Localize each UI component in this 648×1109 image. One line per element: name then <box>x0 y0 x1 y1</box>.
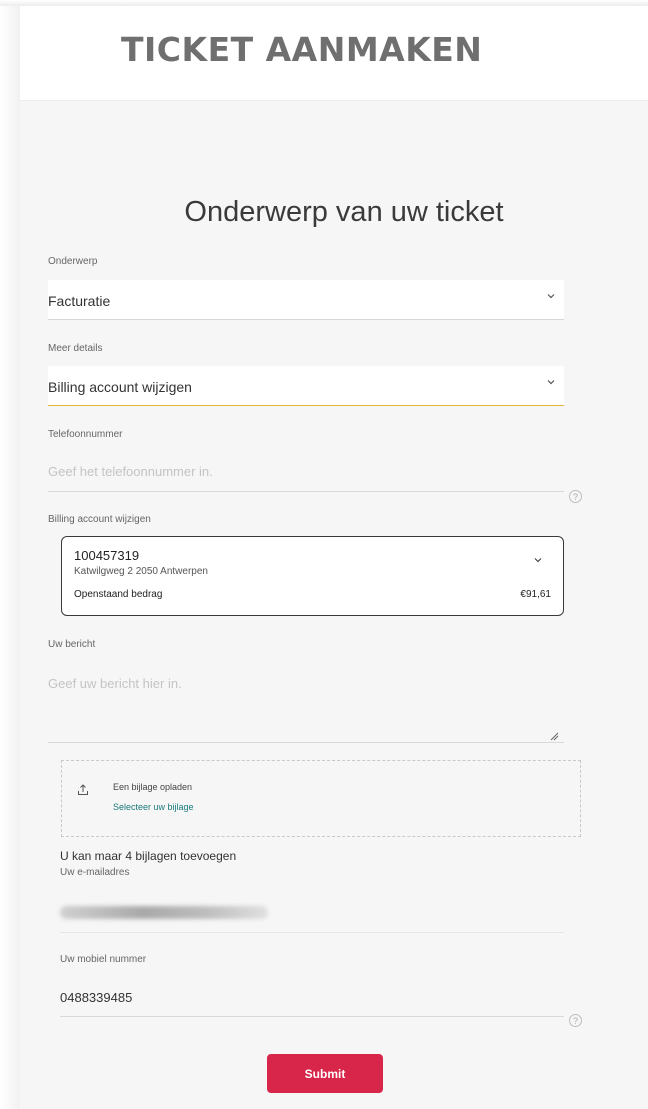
onderwerp-value: Facturatie <box>48 293 111 309</box>
attachment-upload-area[interactable]: Een bijlage opladen Selecteer uw bijlage <box>61 760 581 837</box>
billing-account-label: Billing account wijzigen <box>48 514 151 525</box>
billing-account-select[interactable]: 100457319 Katwilgweg 2 2050 Antwerpen Op… <box>61 536 564 616</box>
help-icon[interactable]: ? <box>569 490 582 503</box>
section-title: Onderwerp van uw ticket <box>184 196 504 228</box>
outstanding-amount-label: Openstaand bedrag <box>74 589 163 600</box>
ticket-form-page: TICKET AANMAKEN Onderwerp van uw ticket … <box>20 6 648 1109</box>
email-label: Uw e-mailadres <box>60 867 130 878</box>
select-attachment-link[interactable]: Selecteer uw bijlage <box>113 802 194 812</box>
help-icon[interactable]: ? <box>569 1014 582 1027</box>
onderwerp-label: Onderwerp <box>48 256 98 267</box>
chevron-down-icon <box>546 290 556 304</box>
onderwerp-select[interactable]: Facturatie <box>48 280 564 320</box>
meer-details-select[interactable]: Billing account wijzigen <box>48 366 564 406</box>
telefoon-label: Telefoonnummer <box>48 429 123 440</box>
bericht-underline <box>48 742 564 743</box>
mobile-label: Uw mobiel nummer <box>60 954 147 965</box>
email-underline <box>60 932 564 933</box>
mobile-underline <box>60 1016 564 1017</box>
telefoon-input[interactable]: Geef het telefoonnummer in. <box>48 464 213 479</box>
attachment-limit-text: U kan maar 4 bijlagen toevoegen <box>60 849 237 863</box>
meer-details-value: Billing account wijzigen <box>48 379 192 395</box>
resize-handle-icon[interactable] <box>549 728 559 741</box>
submit-button[interactable]: Submit <box>267 1054 383 1093</box>
meer-details-label: Meer details <box>48 343 103 354</box>
chevron-down-icon <box>546 376 556 390</box>
upload-title: Een bijlage opladen <box>113 782 193 792</box>
account-number: 100457319 <box>74 548 140 563</box>
upload-icon <box>76 783 90 797</box>
email-field[interactable] <box>60 906 268 919</box>
bericht-textarea[interactable]: Geef uw bericht hier in. <box>48 676 182 691</box>
bericht-label: Uw bericht <box>48 639 96 650</box>
page-title: TICKET AANMAKEN <box>121 30 483 69</box>
page-shadow-left <box>0 0 20 1109</box>
chevron-down-icon <box>533 555 543 568</box>
account-address: Katwilgweg 2 2050 Antwerpen <box>74 566 208 577</box>
telefoon-underline <box>48 491 564 492</box>
page-header: TICKET AANMAKEN <box>20 6 648 101</box>
outstanding-amount-value: €91,61 <box>520 589 551 600</box>
mobile-field[interactable]: 0488339485 <box>60 990 132 1005</box>
